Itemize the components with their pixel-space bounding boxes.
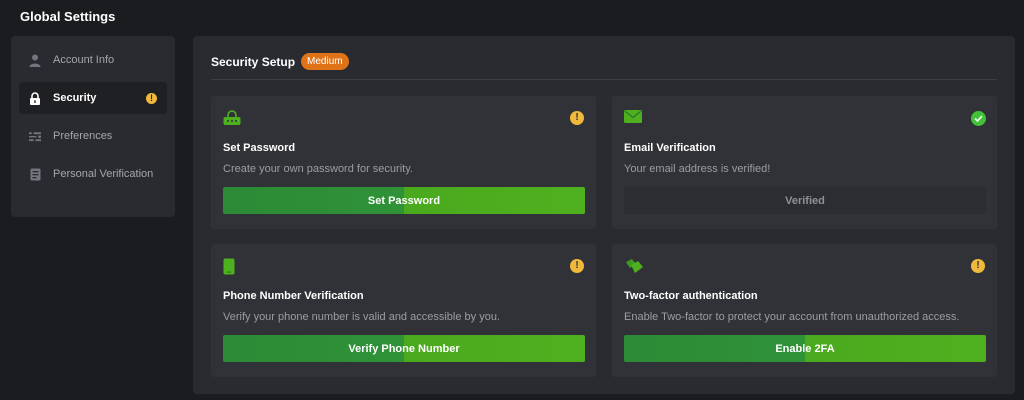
phone-verification-card: ! Phone Number Verification Verify your … — [211, 244, 596, 377]
security-panel: Security Setup Medium ! Set Password Cre… — [193, 36, 1015, 394]
envelope-icon — [624, 110, 642, 126]
sidebar-item-personal-verification[interactable]: Personal Verification — [19, 158, 167, 190]
sidebar-item-label: Account Info — [53, 54, 115, 66]
security-level-badge: Medium — [301, 53, 349, 70]
enable-2fa-button[interactable]: Enable 2FA — [624, 335, 986, 362]
card-description: Your email address is verified! — [624, 163, 771, 175]
verify-phone-button[interactable]: Verify Phone Number — [223, 335, 585, 362]
sidebar-item-label: Security — [53, 92, 97, 104]
card-title: Set Password — [223, 142, 296, 154]
user-icon — [29, 54, 41, 67]
card-description: Verify your phone number is valid and ac… — [223, 311, 500, 323]
card-description: Enable Two-factor to protect your accoun… — [624, 311, 960, 323]
section-header: Security Setup Medium — [211, 50, 997, 80]
two-factor-card: ! Two-factor authentication Enable Two-f… — [612, 244, 997, 377]
sidebar-item-account-info[interactable]: Account Info — [19, 44, 167, 76]
section-title: Security Setup — [211, 55, 296, 69]
set-password-button[interactable]: Set Password — [223, 187, 585, 214]
verified-button: Verified — [624, 187, 986, 214]
warning-icon: ! — [570, 259, 585, 274]
id-document-icon — [29, 168, 41, 181]
lock-icon — [29, 91, 41, 105]
warning-icon: ! — [971, 259, 986, 274]
password-card: ! Set Password Create your own password … — [211, 96, 596, 229]
sidebar-item-security[interactable]: Security ! — [19, 82, 167, 114]
warning-icon: ! — [570, 111, 585, 126]
warning-icon: ! — [146, 92, 157, 104]
phone-icon — [223, 258, 239, 275]
password-icon — [223, 110, 241, 126]
card-title: Phone Number Verification — [223, 290, 364, 302]
sidebar-item-preferences[interactable]: Preferences — [19, 120, 167, 152]
sidebar-item-label: Preferences — [53, 130, 113, 142]
email-verification-card: Email Verification Your email address is… — [612, 96, 997, 229]
check-circle-icon — [971, 111, 986, 126]
card-description: Create your own password for security. — [223, 163, 413, 175]
card-title: Two-factor authentication — [624, 290, 758, 302]
sidebar: Account Info Security ! Preferences Pers… — [11, 36, 175, 217]
sidebar-item-label: Personal Verification — [53, 168, 154, 180]
sliders-icon — [29, 130, 41, 143]
card-title: Email Verification — [624, 142, 716, 154]
two-factor-icon — [624, 258, 643, 274]
page-title: Global Settings — [20, 9, 116, 24]
